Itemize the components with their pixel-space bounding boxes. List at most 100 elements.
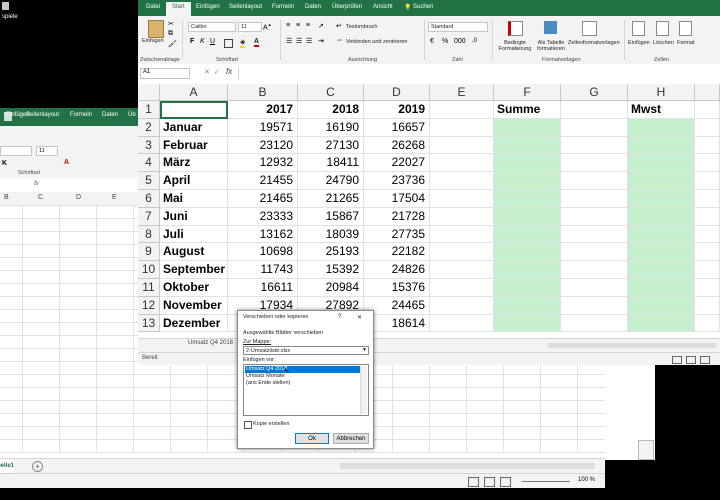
format-cells-button[interactable]: Format <box>677 40 694 46</box>
paste-button[interactable]: Einfügen <box>142 38 164 44</box>
column-header-h[interactable]: H <box>628 84 695 101</box>
back-horizontal-scrollbar[interactable] <box>340 463 595 469</box>
cell-i4[interactable] <box>695 154 720 173</box>
cell-a10[interactable]: September <box>160 261 228 279</box>
help-button[interactable]: ? <box>338 314 341 320</box>
cell-e11[interactable] <box>430 279 494 297</box>
cell-b5[interactable]: 21455 <box>228 172 298 190</box>
thousands-icon[interactable]: 000 <box>454 38 466 45</box>
font-color-icon[interactable]: A <box>64 159 69 166</box>
cell-b3[interactable]: 23120 <box>228 136 298 155</box>
cell-g10[interactable] <box>561 261 628 279</box>
formula-input[interactable] <box>238 67 717 80</box>
cell-styles-icon[interactable] <box>582 21 597 36</box>
cell-d3[interactable]: 26268 <box>364 136 430 155</box>
add-sheet-icon[interactable]: + <box>32 461 43 472</box>
conditional-formatting-icon[interactable] <box>508 21 523 36</box>
increase-font-icon[interactable]: A▲ <box>263 22 272 31</box>
cell-c6[interactable]: 21265 <box>298 190 364 208</box>
cell-h9[interactable] <box>628 243 695 262</box>
select-all-corner[interactable] <box>138 84 160 101</box>
back-sheet-tab[interactable]: Tabelle1 <box>0 459 14 473</box>
cell-d1[interactable]: 2019 <box>364 101 430 119</box>
cell-f1[interactable]: Summe <box>494 101 561 119</box>
cell-g12[interactable] <box>561 296 628 315</box>
cell-c9[interactable]: 25193 <box>298 243 364 262</box>
tab-data[interactable]: Daten <box>305 4 321 10</box>
cell-a13[interactable]: Dezember <box>160 314 228 333</box>
cell-a8[interactable]: Juli <box>160 225 228 244</box>
cell-i11[interactable] <box>695 279 720 297</box>
cell-i1[interactable] <box>695 101 720 119</box>
cell-i6[interactable] <box>695 190 720 208</box>
cell-d9[interactable]: 22182 <box>364 243 430 262</box>
cell-b10[interactable]: 11743 <box>228 261 298 279</box>
align-left-icon[interactable]: ☰ <box>286 37 292 45</box>
cell-i12[interactable] <box>695 296 720 315</box>
cancel-icon[interactable]: ✕ <box>204 68 210 76</box>
column-header-f[interactable]: F <box>494 84 561 101</box>
cell-e2[interactable] <box>430 118 494 137</box>
paste-icon[interactable] <box>148 20 164 38</box>
row-header-12[interactable]: 12 <box>138 296 160 315</box>
format-cells-icon[interactable] <box>679 21 692 36</box>
back-tab-data[interactable]: Daten <box>102 112 118 118</box>
cell-d4[interactable]: 22027 <box>364 154 430 173</box>
back-tab-layout[interactable]: Seitenlayout <box>26 112 59 118</box>
row-header-6[interactable]: 6 <box>138 190 160 208</box>
cell-a11[interactable]: Oktober <box>160 279 228 297</box>
cell-c2[interactable]: 16190 <box>298 118 364 137</box>
cell-e5[interactable] <box>430 172 494 190</box>
percent-icon[interactable]: % <box>442 38 448 45</box>
cell-b1[interactable]: 2017 <box>228 101 298 119</box>
excel-window[interactable]: Datei Start Einfügen Seitenlayout Formel… <box>138 0 720 365</box>
name-box[interactable]: A1 <box>140 68 190 79</box>
cell-a6[interactable]: Mai <box>160 190 228 208</box>
row-header-5[interactable]: 5 <box>138 172 160 190</box>
cell-b9[interactable]: 10698 <box>228 243 298 262</box>
cancel-button[interactable]: Abbrechen <box>333 433 369 444</box>
insert-cells-button[interactable]: Einfügen <box>628 40 650 46</box>
cell-b6[interactable]: 21465 <box>228 190 298 208</box>
cell-a12[interactable]: November <box>160 296 228 315</box>
chevron-down-icon[interactable]: ▼ <box>362 347 367 353</box>
bold-icon[interactable]: K <box>2 160 7 167</box>
row-header-10[interactable]: 10 <box>138 261 160 279</box>
page-break-icon[interactable] <box>500 477 511 487</box>
cell-h3[interactable] <box>628 136 695 155</box>
border-icon[interactable] <box>224 39 233 48</box>
cell-i9[interactable] <box>695 243 720 262</box>
cell-f9[interactable] <box>494 243 561 262</box>
tab-start[interactable]: Start <box>166 2 191 16</box>
cell-g1[interactable] <box>561 101 628 119</box>
cell-d7[interactable]: 21728 <box>364 207 430 226</box>
back-col-d[interactable]: D <box>76 194 81 201</box>
cell-h6[interactable] <box>628 190 695 208</box>
normal-view-icon[interactable] <box>672 356 682 364</box>
cell-styles-button[interactable]: Zellenformatvorlagen <box>568 40 620 46</box>
cell-h8[interactable] <box>628 225 695 244</box>
cell-g13[interactable] <box>561 314 628 333</box>
column-header-b[interactable]: B <box>228 84 298 101</box>
cell-g9[interactable] <box>561 243 628 262</box>
to-book-select[interactable]: 2-Umsatzliste.xlsx ▼ <box>243 346 369 355</box>
cell-d10[interactable]: 24826 <box>364 261 430 279</box>
delete-cells-button[interactable]: Löschen <box>653 40 674 46</box>
cell-e8[interactable] <box>430 225 494 244</box>
row-header-1[interactable]: 1 <box>138 101 160 119</box>
font-size-box[interactable]: 11 <box>238 22 262 32</box>
tab-insert[interactable]: Einfügen <box>196 4 220 10</box>
enter-icon[interactable]: ✓ <box>214 68 220 76</box>
list-item[interactable]: (ans Ende stellen) <box>246 380 290 386</box>
cell-g11[interactable] <box>561 279 628 297</box>
orientation-icon[interactable]: ↗ <box>318 22 324 30</box>
decimal-icon[interactable]: ,0 <box>472 38 477 44</box>
cell-e4[interactable] <box>430 154 494 173</box>
cell-h1[interactable]: Mwst <box>628 101 695 119</box>
cut-icon[interactable]: ✂ <box>168 20 174 28</box>
column-header-a[interactable]: A <box>160 84 228 101</box>
page-layout-icon[interactable] <box>686 356 696 364</box>
fx-icon[interactable]: fx <box>226 67 232 76</box>
cell-c5[interactable]: 24790 <box>298 172 364 190</box>
row-header-3[interactable]: 3 <box>138 136 160 155</box>
